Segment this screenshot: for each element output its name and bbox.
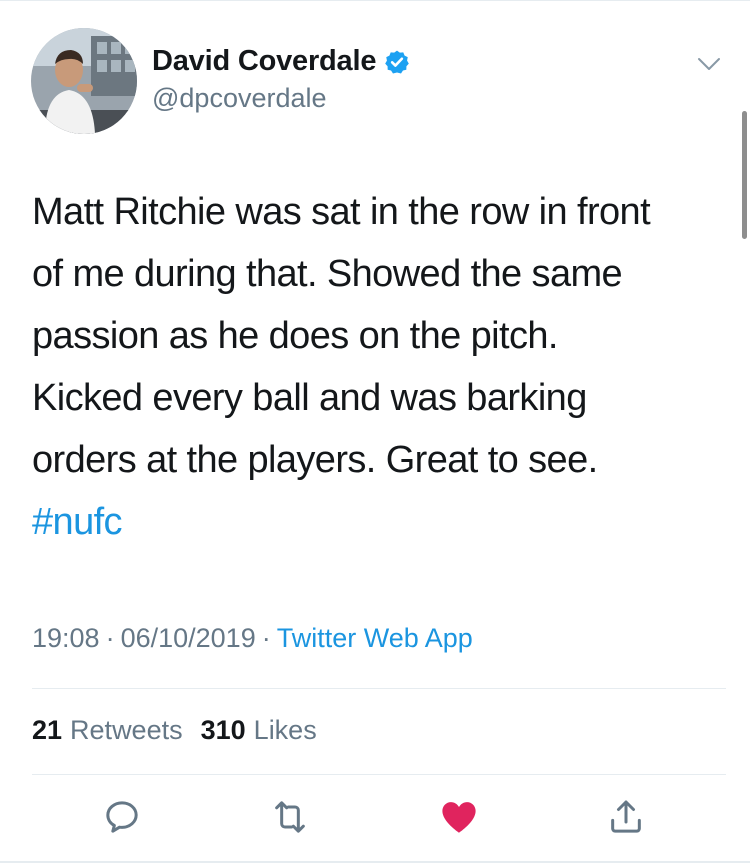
reply-icon bbox=[106, 801, 138, 833]
avatar[interactable] bbox=[31, 28, 137, 134]
author-name-row[interactable]: David Coverdale bbox=[152, 45, 410, 78]
tweet-date[interactable]: 06/10/2019 bbox=[121, 623, 256, 654]
tweet-time[interactable]: 19:08 bbox=[32, 623, 100, 654]
divider bbox=[32, 774, 726, 775]
divider bbox=[32, 688, 726, 689]
tweet-body: Matt Ritchie was sat in the row in front… bbox=[32, 181, 712, 553]
author-handle[interactable]: @dpcoverdale bbox=[152, 83, 327, 114]
meta-separator: · bbox=[261, 623, 271, 653]
avatar-image bbox=[31, 28, 137, 134]
tweet-meta: 19:08 · 06/10/2019 · Twitter Web App bbox=[32, 623, 473, 654]
retweet-button[interactable] bbox=[268, 795, 312, 839]
hashtag-link[interactable]: #nufc bbox=[32, 501, 123, 543]
likes-label[interactable]: Likes bbox=[254, 715, 317, 746]
tweet-stats: 21 Retweets 310 Likes bbox=[32, 715, 335, 746]
meta-separator: · bbox=[105, 623, 115, 653]
like-button[interactable] bbox=[437, 795, 481, 839]
tweet-source-link[interactable]: Twitter Web App bbox=[277, 623, 473, 654]
share-button[interactable] bbox=[604, 795, 648, 839]
tweet-text: Matt Ritchie was sat in the row in front… bbox=[32, 191, 651, 481]
retweets-label[interactable]: Retweets bbox=[70, 715, 183, 746]
share-icon bbox=[611, 800, 641, 833]
retweet-icon bbox=[275, 801, 305, 833]
action-bar bbox=[0, 795, 750, 851]
reply-button[interactable] bbox=[100, 795, 144, 839]
heart-icon bbox=[442, 802, 476, 833]
scrollbar[interactable] bbox=[742, 111, 747, 239]
verified-badge-icon bbox=[384, 49, 410, 75]
likes-count[interactable]: 310 bbox=[201, 715, 246, 746]
tweet-detail: David Coverdale @dpcoverdale Matt Ritchi… bbox=[0, 0, 750, 863]
chevron-down-icon[interactable] bbox=[697, 52, 721, 76]
retweets-count[interactable]: 21 bbox=[32, 715, 62, 746]
author-display-name[interactable]: David Coverdale bbox=[152, 45, 376, 78]
